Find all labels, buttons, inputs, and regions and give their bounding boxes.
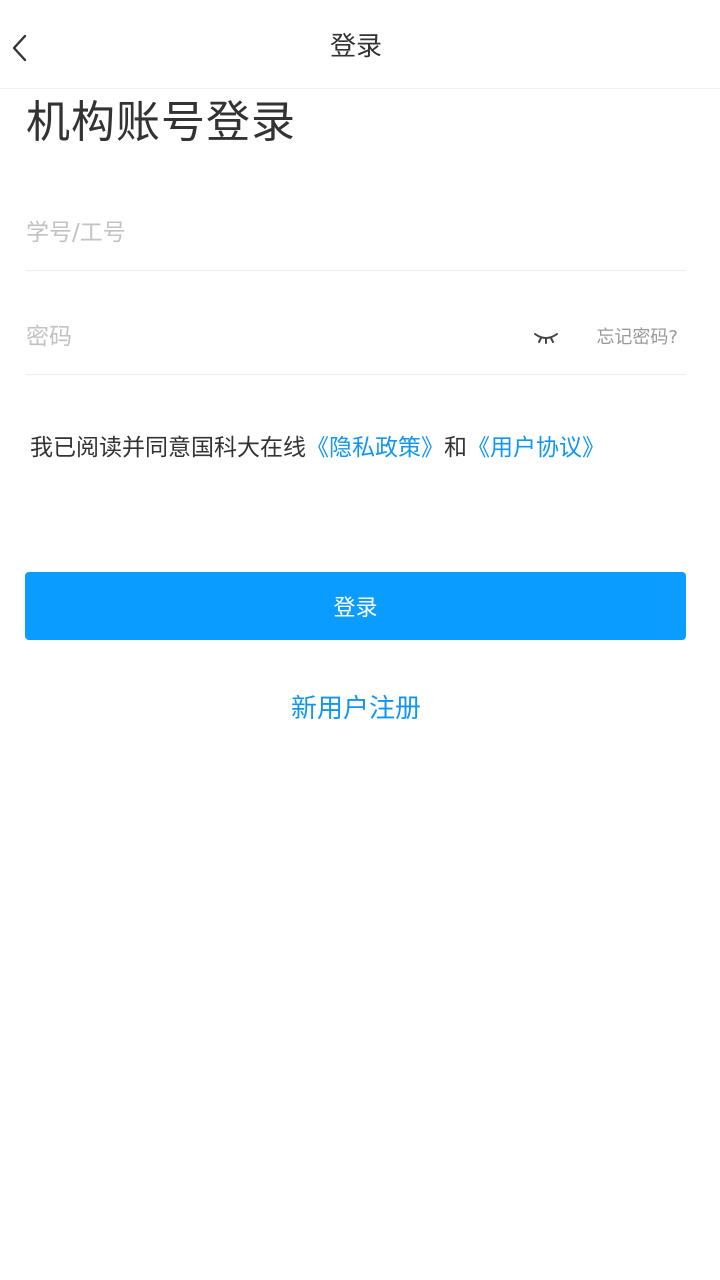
- register-link[interactable]: 新用户注册: [0, 688, 712, 725]
- forgot-password-link[interactable]: 忘记密码?: [596, 323, 678, 349]
- login-button[interactable]: 登录: [25, 572, 686, 640]
- account-field: [26, 196, 686, 271]
- nav-title: 登录: [329, 32, 382, 62]
- agreement-prefix: 我已阅读并同意国科大在线: [30, 435, 306, 461]
- agreement-joiner: 和: [444, 435, 467, 461]
- agreement-text: 我已阅读并同意国科大在线《隐私政策》和《用户协议》: [30, 428, 700, 462]
- account-input[interactable]: [26, 196, 506, 270]
- password-field: 忘记密码?: [26, 300, 686, 375]
- nav-bar: 登录: [0, 0, 720, 89]
- privacy-policy-link[interactable]: 《隐私政策》: [306, 435, 444, 461]
- eye-closed-icon: [534, 333, 558, 344]
- user-agreement-link[interactable]: 《用户协议》: [467, 435, 605, 461]
- page-heading: 机构账号登录: [26, 97, 296, 148]
- password-visibility-toggle[interactable]: [530, 324, 562, 350]
- password-input[interactable]: [26, 300, 506, 374]
